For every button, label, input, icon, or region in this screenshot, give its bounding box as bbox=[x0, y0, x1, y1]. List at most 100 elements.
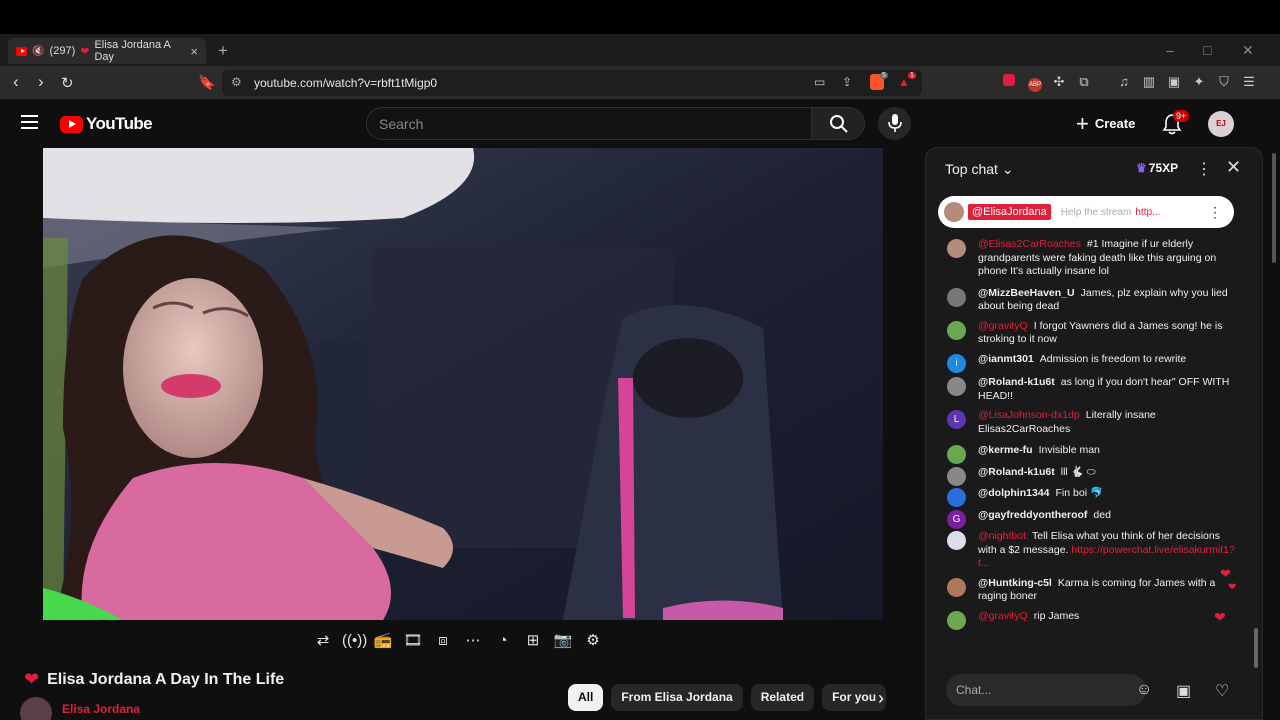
mute-icon[interactable]: 🔇 bbox=[32, 46, 44, 57]
browser-tab[interactable]: 🔇 (297) ❤ Elisa Jordana A Day × bbox=[8, 38, 206, 64]
emoji-icon[interactable]: ☺ bbox=[1136, 681, 1152, 699]
chat-message[interactable]: @Roland-k1u6t lll 🐇 ⬭ bbox=[926, 466, 1256, 486]
chip-related[interactable]: Related bbox=[750, 684, 815, 711]
extension-red-icon[interactable] bbox=[1003, 74, 1015, 86]
chat-input[interactable]: Chat... bbox=[946, 674, 1146, 706]
chat-author-avatar[interactable] bbox=[947, 287, 966, 307]
back-icon[interactable]: ‹ bbox=[13, 72, 19, 92]
extensions-icon[interactable]: ✣ bbox=[1051, 74, 1067, 90]
chat-author-avatar[interactable] bbox=[947, 377, 966, 396]
super-chat-icon[interactable]: ▣ bbox=[1176, 681, 1191, 701]
live-icon[interactable]: ((•)) bbox=[342, 630, 367, 652]
video-player[interactable] bbox=[43, 148, 883, 620]
media-icon[interactable]: ♫ bbox=[1116, 74, 1132, 90]
adblock-icon[interactable]: ABP bbox=[1028, 78, 1042, 92]
chat-author-name[interactable]: @gravityQ bbox=[978, 320, 1028, 332]
site-info-icon[interactable]: ⚙ bbox=[231, 75, 242, 89]
clip-icon[interactable]: 🎞 bbox=[402, 630, 424, 652]
screen-icon[interactable]: ⧈ bbox=[432, 630, 454, 652]
sidebar-icon[interactable]: ▥ bbox=[1141, 74, 1157, 90]
chat-author-name[interactable]: @LisaJohnson-dx1dp bbox=[978, 409, 1080, 421]
channel-name[interactable]: Elisa Jordana bbox=[62, 702, 140, 716]
account-avatar[interactable]: EJ bbox=[1208, 111, 1234, 137]
pinned-message[interactable]: @ElisaJordana Help the stream http... ⋮ bbox=[938, 196, 1234, 228]
chat-message[interactable]: G @gayfreddyontheroof ded bbox=[926, 509, 1256, 529]
captions-icon[interactable]: ⋯ bbox=[462, 630, 484, 652]
chat-author-avatar[interactable] bbox=[947, 320, 966, 340]
chat-author-name[interactable]: @gravityQ bbox=[978, 610, 1028, 622]
chat-author-avatar[interactable]: L bbox=[947, 410, 966, 429]
chat-scrollbar[interactable] bbox=[1254, 188, 1258, 668]
chat-author-name[interactable]: @kerme-fu bbox=[978, 444, 1033, 456]
chevron-right-icon[interactable]: › bbox=[878, 688, 884, 709]
cast-icon[interactable]: ▭ bbox=[814, 75, 825, 89]
guide-menu-icon[interactable] bbox=[21, 115, 38, 129]
tab-close-icon[interactable]: × bbox=[190, 44, 198, 59]
new-tab-button[interactable]: + bbox=[218, 41, 228, 61]
heart-outline-icon[interactable]: ♡ bbox=[1215, 681, 1229, 701]
bookmark-icon[interactable]: 🔖 bbox=[198, 74, 215, 91]
address-bar[interactable]: ⚙ youtube.com/watch?v=rbft1tMigp0 ▭ ⇪ 5 … bbox=[222, 70, 922, 96]
close-window-button[interactable]: ✕ bbox=[1242, 42, 1254, 59]
chat-author-name[interactable]: @Roland-k1u6t bbox=[978, 376, 1055, 388]
reload-icon[interactable]: ↻ bbox=[61, 74, 74, 92]
wallet-icon[interactable]: ▣ bbox=[1166, 74, 1182, 90]
chat-message[interactable]: @gravityQ rip James bbox=[926, 610, 1256, 630]
page-scrollbar[interactable] bbox=[1268, 147, 1280, 720]
chip-for-you[interactable]: For you bbox=[822, 684, 887, 711]
xp-indicator[interactable]: ♛ 75XP bbox=[1136, 161, 1178, 175]
close-chat-icon[interactable]: ✕ bbox=[1226, 157, 1241, 178]
search-input[interactable]: Search bbox=[366, 107, 812, 140]
chat-author-avatar[interactable]: i bbox=[947, 353, 966, 373]
voice-search-button[interactable] bbox=[878, 107, 911, 140]
chat-author-avatar[interactable]: G bbox=[947, 509, 966, 529]
chat-author-avatar[interactable] bbox=[947, 488, 966, 507]
chat-author-name[interactable]: @Roland-k1u6t bbox=[978, 466, 1055, 478]
chat-message[interactable]: @nightbot Tell Elisa what you think of he… bbox=[926, 530, 1256, 571]
forward-icon[interactable]: › bbox=[38, 72, 44, 92]
chat-author-name[interactable]: @MizzBeeHaven_U bbox=[978, 287, 1075, 299]
chat-message[interactable]: @gravityQ I forgot Yawners did a James so… bbox=[926, 320, 1256, 347]
chat-message[interactable]: i @ianmt301 Admission is freedom to rewrit… bbox=[926, 353, 1256, 373]
chat-author-avatar[interactable] bbox=[947, 239, 966, 258]
chat-message[interactable]: @Elisas2CarRoaches #1 Imagine if ur elder… bbox=[926, 238, 1256, 279]
chat-author-name[interactable]: @gayfreddyontheroof bbox=[978, 509, 1087, 521]
chat-author-name[interactable]: @Huntking-c5l bbox=[978, 577, 1052, 589]
chip-all[interactable]: All bbox=[568, 684, 604, 711]
speed-icon[interactable]: ◔ bbox=[492, 630, 514, 652]
loop-icon[interactable]: ⇄ bbox=[312, 630, 334, 652]
maximize-button[interactable]: □ bbox=[1203, 42, 1211, 58]
chat-author-avatar[interactable] bbox=[947, 445, 966, 464]
leo-icon[interactable]: ✦ bbox=[1191, 74, 1207, 90]
screenshot-icon[interactable]: ⧉ bbox=[1076, 74, 1092, 90]
chat-author-avatar[interactable] bbox=[947, 610, 966, 630]
chat-mode-dropdown[interactable]: Top chat ⌄ bbox=[945, 161, 1014, 178]
chat-author-name[interactable]: @dolphin1344 bbox=[978, 487, 1050, 499]
settings-icon[interactable]: ⚙ bbox=[582, 630, 604, 652]
chat-author-avatar[interactable] bbox=[947, 531, 966, 550]
plus-icon[interactable]: ⊞ bbox=[522, 630, 544, 652]
chat-more-icon[interactable]: ⋮ bbox=[1196, 159, 1212, 179]
chip-from-channel[interactable]: From Elisa Jordana bbox=[611, 684, 743, 711]
chat-message[interactable]: @MizzBeeHaven_U James, plz explain why yo… bbox=[926, 287, 1256, 314]
radio-icon[interactable]: 📻 bbox=[372, 630, 394, 652]
vpn-icon[interactable]: ⛉ bbox=[1216, 74, 1232, 90]
pinned-more-icon[interactable]: ⋮ bbox=[1208, 204, 1222, 221]
share-icon[interactable]: ⇪ bbox=[842, 75, 852, 89]
minimize-button[interactable]: – bbox=[1166, 42, 1174, 58]
chat-message[interactable]: L @LisaJohnson-dx1dp Literally insane Elis… bbox=[926, 409, 1256, 436]
channel-avatar[interactable] bbox=[20, 697, 52, 720]
camera-icon[interactable]: 📷 bbox=[552, 630, 574, 652]
pinned-link[interactable]: http... bbox=[1135, 207, 1160, 218]
chat-message[interactable]: @Huntking-c5l Karma is coming for James w… bbox=[926, 577, 1256, 604]
chat-author-name[interactable]: @ianmt301 bbox=[978, 353, 1034, 365]
menu-icon[interactable]: ☰ bbox=[1241, 74, 1257, 90]
chat-author-name[interactable]: @nightbot bbox=[978, 530, 1026, 542]
youtube-logo[interactable]: YouTube bbox=[60, 114, 153, 134]
chat-author-avatar[interactable] bbox=[947, 466, 966, 486]
chat-message[interactable]: @dolphin1344 Fin boi 🐬 bbox=[926, 487, 1256, 507]
chat-author-avatar[interactable] bbox=[947, 577, 966, 597]
chat-author-name[interactable]: @Elisas2CarRoaches bbox=[978, 238, 1081, 250]
chat-message[interactable]: @Roland-k1u6t as long if you don't hear" … bbox=[926, 376, 1256, 403]
search-button[interactable] bbox=[811, 107, 865, 140]
